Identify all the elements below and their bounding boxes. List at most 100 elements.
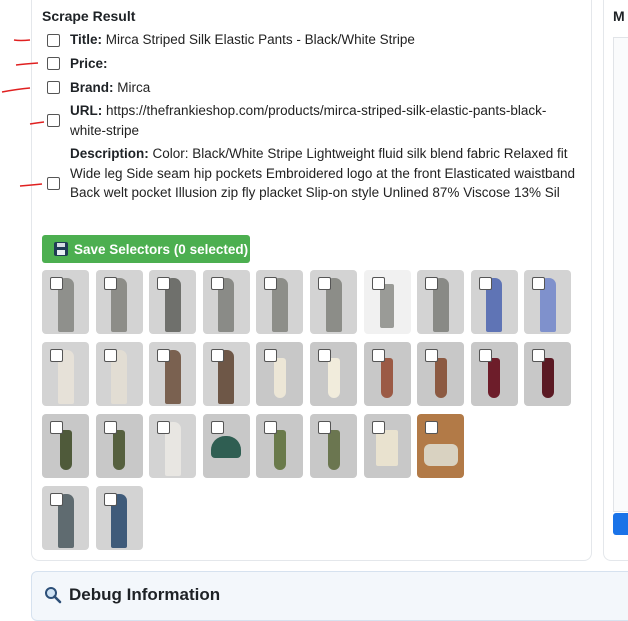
product-image-thumb[interactable]	[470, 342, 518, 406]
image-select-checkbox[interactable]	[103, 349, 117, 362]
product-figure	[423, 444, 458, 466]
product-figure	[488, 358, 501, 398]
product-figure	[113, 430, 126, 470]
price-key: Price:	[70, 56, 108, 71]
product-image-thumb[interactable]	[202, 342, 250, 406]
brand-value: Mirca	[117, 80, 151, 95]
product-image-thumb[interactable]	[417, 414, 465, 478]
image-select-checkbox[interactable]	[264, 349, 278, 362]
image-select-checkbox[interactable]	[371, 421, 385, 434]
product-image-thumb[interactable]	[256, 414, 304, 478]
field-row-price: Price:	[40, 54, 580, 74]
image-select-checkbox[interactable]	[157, 421, 171, 434]
product-image-thumb[interactable]	[417, 270, 465, 334]
image-select-checkbox[interactable]	[478, 349, 492, 362]
field-row-description: Description: Color: Black/White Stripe L…	[40, 144, 580, 222]
url-value: https://thefrankieshop.com/products/mirc…	[70, 103, 547, 138]
image-select-checkbox[interactable]	[318, 277, 331, 290]
url-checkbox[interactable]	[47, 114, 60, 127]
product-image-thumb[interactable]	[95, 270, 143, 334]
image-select-checkbox[interactable]	[318, 421, 331, 434]
product-image-thumb[interactable]	[42, 486, 89, 550]
brand-checkbox[interactable]	[47, 81, 60, 94]
product-image-thumb[interactable]	[363, 270, 411, 334]
product-figure	[211, 436, 242, 458]
save-selectors-button[interactable]: Save Selectors (0 selected)	[42, 235, 250, 263]
product-image-thumb[interactable]	[470, 270, 518, 334]
image-select-checkbox[interactable]	[532, 349, 546, 362]
right-panel-title: M	[613, 8, 625, 24]
product-image-thumb[interactable]	[363, 342, 411, 406]
price-checkbox[interactable]	[47, 57, 60, 70]
field-row-brand: Brand: Mirca	[40, 78, 580, 98]
image-select-checkbox[interactable]	[103, 277, 117, 290]
image-select-checkbox[interactable]	[103, 421, 117, 434]
image-select-checkbox[interactable]	[50, 493, 63, 506]
product-image-thumb[interactable]	[95, 342, 143, 406]
image-select-checkbox[interactable]	[532, 277, 546, 290]
image-select-checkbox[interactable]	[157, 277, 171, 290]
product-image-thumb[interactable]	[42, 414, 89, 478]
product-image-thumb[interactable]	[524, 342, 572, 406]
product-figure	[380, 284, 395, 328]
image-select-checkbox[interactable]	[264, 277, 278, 290]
product-image-thumb[interactable]	[363, 414, 411, 478]
magnifier-icon	[45, 587, 62, 604]
product-image-thumb[interactable]	[95, 414, 143, 478]
product-image-thumb[interactable]	[202, 270, 250, 334]
product-image-thumb[interactable]	[202, 414, 250, 478]
image-select-checkbox[interactable]	[50, 421, 63, 434]
product-figure	[273, 430, 286, 470]
product-image-thumb[interactable]	[310, 342, 357, 406]
product-image-thumb[interactable]	[149, 414, 197, 478]
image-select-checkbox[interactable]	[210, 421, 224, 434]
product-image-thumb[interactable]	[417, 342, 465, 406]
image-select-checkbox[interactable]	[425, 277, 439, 290]
product-figure	[327, 358, 340, 398]
debug-title: Debug Information	[69, 585, 221, 604]
product-figure	[434, 358, 447, 398]
description-checkbox[interactable]	[47, 177, 60, 190]
field-row-url: URL: https://thefrankieshop.com/products…	[40, 101, 580, 141]
description-key: Description:	[70, 146, 149, 161]
product-image-thumb[interactable]	[42, 270, 89, 334]
right-panel-content	[613, 37, 628, 512]
image-select-checkbox[interactable]	[264, 421, 278, 434]
product-figure	[381, 358, 394, 398]
image-select-checkbox[interactable]	[103, 493, 117, 506]
image-select-checkbox[interactable]	[371, 349, 385, 362]
image-select-checkbox[interactable]	[371, 277, 385, 290]
product-image-thumb[interactable]	[95, 486, 143, 550]
product-figure	[541, 358, 554, 398]
save-selectors-label: Save Selectors (0 selected)	[74, 241, 249, 257]
product-figure	[327, 430, 340, 470]
product-image-thumb[interactable]	[524, 270, 572, 334]
product-image-thumb[interactable]	[310, 414, 357, 478]
image-select-checkbox[interactable]	[157, 349, 171, 362]
product-figure	[59, 430, 72, 470]
image-select-checkbox[interactable]	[478, 277, 492, 290]
title-value: Mirca Striped Silk Elastic Pants - Black…	[105, 32, 415, 47]
product-image-thumb[interactable]	[256, 342, 304, 406]
product-image-thumb[interactable]	[149, 342, 197, 406]
image-select-checkbox[interactable]	[425, 421, 439, 434]
field-row-title: Title: Mirca Striped Silk Elastic Pants …	[40, 30, 580, 50]
image-select-checkbox[interactable]	[50, 349, 63, 362]
image-select-checkbox[interactable]	[210, 349, 224, 362]
product-image-thumb[interactable]	[42, 342, 89, 406]
product-image-thumb[interactable]	[149, 270, 197, 334]
url-key: URL:	[70, 103, 103, 118]
product-image-thumb[interactable]	[310, 270, 357, 334]
title-checkbox[interactable]	[47, 34, 60, 47]
product-image-thumb[interactable]	[256, 270, 304, 334]
floppy-disk-icon	[54, 242, 68, 256]
title-key: Title:	[70, 32, 103, 47]
image-select-checkbox[interactable]	[210, 277, 224, 290]
brand-key: Brand:	[70, 80, 114, 95]
right-panel-button[interactable]	[613, 513, 628, 535]
image-select-checkbox[interactable]	[318, 349, 331, 362]
product-figure	[273, 358, 286, 398]
image-select-checkbox[interactable]	[425, 349, 439, 362]
image-select-checkbox[interactable]	[50, 277, 63, 290]
product-figure	[376, 430, 399, 466]
